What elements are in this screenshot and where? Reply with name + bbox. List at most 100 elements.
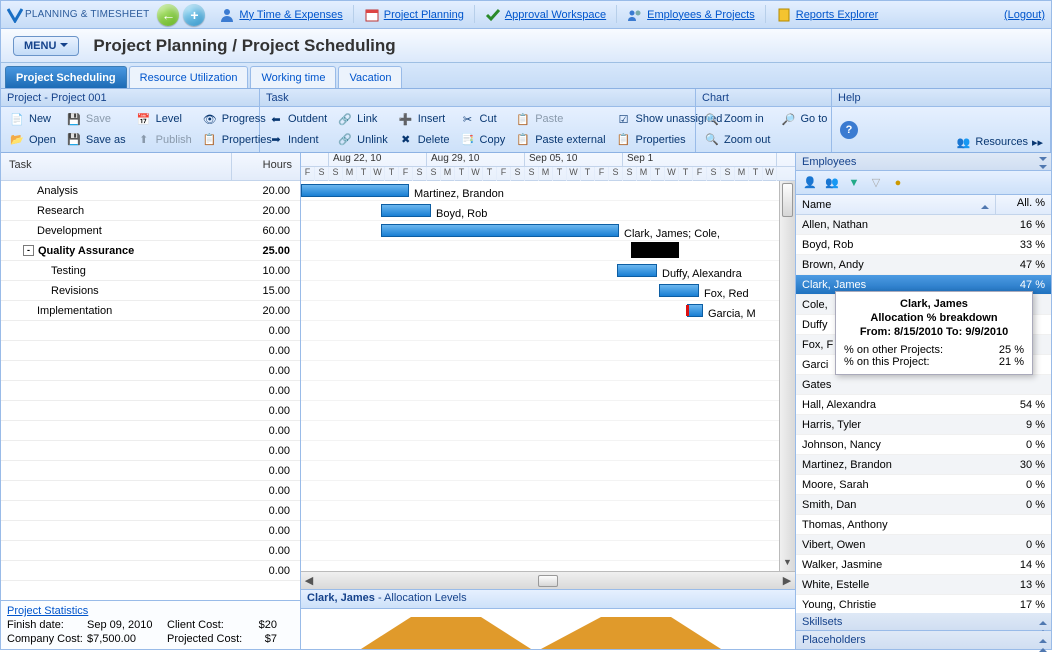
btn-level[interactable]: 📅Level: [132, 110, 196, 128]
btn-paste-ext[interactable]: 📋Paste external: [511, 131, 609, 149]
employee-row[interactable]: Hall, Alexandra54 %: [796, 395, 1051, 415]
add-group-icon[interactable]: 👥: [824, 175, 840, 191]
add-employee-icon[interactable]: 👤: [802, 175, 818, 191]
tt-other-label: % on other Projects:: [844, 344, 943, 356]
col-emp-pct[interactable]: All. %: [996, 195, 1051, 214]
employee-row[interactable]: Allen, Nathan16 %: [796, 215, 1051, 235]
employee-row[interactable]: Moore, Sarah0 %: [796, 475, 1051, 495]
nav-my-time[interactable]: My Time & Expenses: [215, 5, 346, 25]
employee-row[interactable]: Johnson, Nancy0 %: [796, 435, 1051, 455]
btn-saveas[interactable]: 💾Save as: [62, 131, 130, 149]
task-name: Revisions: [1, 285, 232, 297]
tab-resource-utilization[interactable]: Resource Utilization: [129, 66, 249, 88]
btn-unlink[interactable]: 🔗Unlink: [333, 131, 392, 149]
task-row[interactable]: 0.00: [1, 461, 300, 481]
expander-icon[interactable]: -: [23, 245, 34, 256]
employee-name: Allen, Nathan: [802, 219, 997, 231]
tt-title: Clark, James: [844, 298, 1024, 310]
nav-back-button[interactable]: ←: [157, 4, 179, 26]
gantt-vscroll[interactable]: ▲▼: [779, 181, 795, 571]
employee-row[interactable]: Thomas, Anthony: [796, 515, 1051, 535]
task-row[interactable]: 0.00: [1, 481, 300, 501]
employee-row[interactable]: Brown, Andy47 %: [796, 255, 1051, 275]
employee-row[interactable]: Harris, Tyler9 %: [796, 415, 1051, 435]
employee-row[interactable]: White, Estelle13 %: [796, 575, 1051, 595]
logout-link[interactable]: (Logout): [1004, 9, 1045, 21]
employee-row[interactable]: Vibert, Owen0 %: [796, 535, 1051, 555]
milestone-bar[interactable]: [631, 242, 679, 258]
task-row[interactable]: 0.00: [1, 321, 300, 341]
section-placeholders[interactable]: Placeholders: [796, 631, 1051, 649]
btn-outdent[interactable]: ⬅Outdent: [264, 110, 331, 128]
filter-add-icon[interactable]: ▼: [846, 175, 862, 191]
task-row[interactable]: -Quality Assurance25.00: [1, 241, 300, 261]
menu-button[interactable]: MENU: [13, 36, 79, 56]
task-row[interactable]: 0.00: [1, 381, 300, 401]
task-row[interactable]: 0.00: [1, 421, 300, 441]
task-row[interactable]: 0.00: [1, 501, 300, 521]
gantt-hscroll[interactable]: ◀▶: [301, 571, 795, 589]
gantt-bar[interactable]: Garcia, M: [687, 304, 703, 317]
btn-paste[interactable]: 📋Paste: [511, 110, 609, 128]
btn-cut[interactable]: ✂Cut: [456, 110, 510, 128]
col-hours[interactable]: Hours: [232, 153, 300, 180]
tab-project-scheduling[interactable]: Project Scheduling: [5, 66, 127, 88]
gantt-bar[interactable]: Fox, Red: [659, 284, 699, 297]
nav-reports[interactable]: Reports Explorer: [772, 5, 883, 25]
btn-publish[interactable]: ⬆Publish: [132, 131, 196, 149]
employee-row[interactable]: Young, Christie17 %: [796, 595, 1051, 613]
nav-approval[interactable]: Approval Workspace: [481, 5, 610, 25]
task-row[interactable]: 0.00: [1, 341, 300, 361]
btn-delete[interactable]: ✖Delete: [394, 131, 454, 149]
task-row[interactable]: 0.00: [1, 361, 300, 381]
btn-insert[interactable]: ➕Insert: [394, 110, 454, 128]
nav-forward-button[interactable]: +: [183, 4, 205, 26]
zoom-in-icon: 🔍: [704, 111, 720, 127]
coins-icon[interactable]: ●: [890, 175, 906, 191]
task-row[interactable]: 0.00: [1, 561, 300, 581]
sort-asc-icon: [981, 201, 989, 209]
resources-toggle[interactable]: 👥Resources ▸▸: [951, 133, 1047, 151]
task-row[interactable]: Revisions15.00: [1, 281, 300, 301]
task-grid-header: Task Hours: [1, 153, 300, 181]
employee-pct: 47 %: [997, 259, 1045, 271]
nav-project-planning[interactable]: Project Planning: [360, 5, 468, 25]
btn-indent[interactable]: ➡Indent: [264, 131, 331, 149]
task-row[interactable]: 0.00: [1, 401, 300, 421]
gantt-bar[interactable]: Clark, James; Cole,: [381, 224, 619, 237]
employee-row[interactable]: Walker, Jasmine14 %: [796, 555, 1051, 575]
task-row[interactable]: Testing10.00: [1, 261, 300, 281]
task-row[interactable]: Implementation20.00: [1, 301, 300, 321]
employee-row[interactable]: Martinez, Brandon30 %: [796, 455, 1051, 475]
stats-link[interactable]: Project Statistics: [7, 605, 88, 617]
gantt-bar[interactable]: Boyd, Rob: [381, 204, 431, 217]
gantt-body[interactable]: Martinez, Brandon Boyd, Rob Clark, James; …: [301, 181, 795, 571]
employee-row[interactable]: Boyd, Rob33 %: [796, 235, 1051, 255]
task-row[interactable]: Research20.00: [1, 201, 300, 221]
task-row[interactable]: 0.00: [1, 441, 300, 461]
btn-open[interactable]: 📂Open: [5, 131, 60, 149]
section-skillsets[interactable]: Skillsets: [796, 613, 1051, 631]
btn-new[interactable]: 📄New: [5, 110, 60, 128]
col-emp-name[interactable]: Name: [796, 195, 996, 214]
gantt-bar[interactable]: Martinez, Brandon: [301, 184, 409, 197]
btn-zoom-out[interactable]: 🔍Zoom out: [700, 131, 774, 149]
col-task[interactable]: Task: [1, 153, 232, 180]
gantt-bar[interactable]: Duffy, Alexandra: [617, 264, 657, 277]
employee-row[interactable]: Gates: [796, 375, 1051, 395]
filter-clear-icon[interactable]: ▽: [868, 175, 884, 191]
nav-employees[interactable]: Employees & Projects: [623, 5, 759, 25]
btn-save[interactable]: 💾Save: [62, 110, 130, 128]
task-row[interactable]: 0.00: [1, 541, 300, 561]
tab-vacation[interactable]: Vacation: [338, 66, 402, 88]
task-row[interactable]: 0.00: [1, 521, 300, 541]
btn-zoom-in[interactable]: 🔍Zoom in: [700, 110, 774, 128]
btn-copy[interactable]: 📑Copy: [456, 131, 510, 149]
section-employees[interactable]: Employees: [796, 153, 1051, 171]
employee-row[interactable]: Smith, Dan0 %: [796, 495, 1051, 515]
task-row[interactable]: Development60.00: [1, 221, 300, 241]
btn-goto[interactable]: 🔎Go to: [776, 110, 831, 128]
btn-link[interactable]: 🔗Link: [333, 110, 392, 128]
tab-working-time[interactable]: Working time: [250, 66, 336, 88]
task-row[interactable]: Analysis20.00: [1, 181, 300, 201]
